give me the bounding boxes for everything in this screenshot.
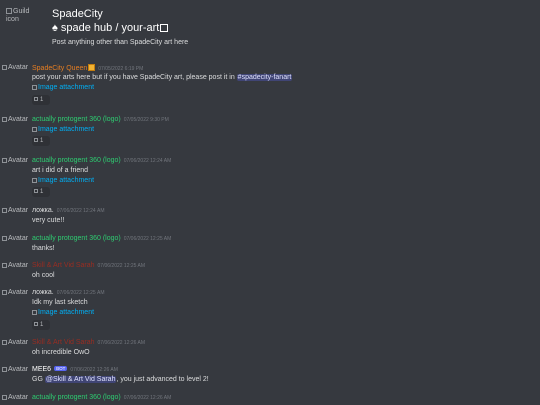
channel-mention[interactable]: #spadecity-fanart	[236, 74, 293, 81]
broken-image-icon	[32, 85, 37, 90]
reaction-count: 1	[40, 189, 44, 195]
avatar[interactable]: Avatar	[2, 157, 28, 164]
message-author[interactable]: actually protogent 360 (logo)	[32, 235, 121, 242]
message-timestamp: 07/06/2022 12:24 AM	[56, 208, 105, 214]
message-timestamp: 07/06/2022 12:24 AM	[123, 158, 172, 164]
image-attachment[interactable]: Image attachment	[32, 309, 94, 316]
message-timestamp: 07/05/2022 9:30 PM	[123, 117, 169, 123]
user-mention[interactable]: @Skill & Art Vid Sarah	[44, 376, 117, 383]
reaction-count: 1	[40, 97, 44, 103]
avatar[interactable]: Avatar	[2, 262, 28, 269]
avatar-alt: Avatar	[8, 235, 29, 242]
message-author[interactable]: actually protogent 360 (logo)	[32, 394, 121, 401]
attachment-alt: Image attachment	[38, 84, 95, 91]
channel-topic: Post anything other than SpadeCity art h…	[52, 39, 189, 46]
avatar-alt: Avatar	[8, 366, 29, 373]
avatar-alt: Avatar	[8, 64, 29, 71]
avatar-alt: Avatar	[8, 157, 29, 164]
reaction[interactable]: 1	[32, 136, 50, 146]
broken-image-icon	[2, 340, 7, 345]
role-icon	[88, 64, 96, 71]
emoji-icon	[34, 138, 38, 142]
channel-name: ♠ spade hub / your-art	[52, 22, 169, 34]
missing-glyph-icon	[160, 24, 169, 32]
attachment-alt: Image attachment	[38, 177, 95, 184]
avatar-alt: Avatar	[8, 289, 29, 296]
message-author[interactable]: ложка.	[32, 289, 54, 296]
reaction[interactable]: 1	[32, 187, 50, 197]
message-timestamp: 07/05/2022 6:19 PM	[98, 66, 144, 72]
message-content: Idk my last sketch	[32, 299, 88, 306]
avatar[interactable]: Avatar	[2, 289, 28, 296]
message-author[interactable]: actually protogent 360 (logo)	[32, 116, 121, 123]
message-text: post your arts here but if you have Spad…	[32, 74, 237, 81]
avatar-alt: Avatar	[8, 207, 29, 214]
avatar[interactable]: Avatar	[2, 116, 28, 123]
message-timestamp: 07/06/2022 12:26 AM	[70, 367, 118, 373]
bot-tag: BOT	[54, 366, 68, 371]
broken-image-icon	[32, 178, 37, 183]
emoji-icon	[34, 322, 38, 326]
broken-image-icon	[2, 208, 7, 213]
message-timestamp: 07/06/2022 12:25 AM	[123, 236, 172, 242]
broken-image-icon	[2, 65, 7, 70]
message-timestamp: 07/06/2022 12:26 AM	[123, 395, 172, 401]
broken-image-icon	[2, 158, 7, 163]
message-text: , you just advanced to level 2!	[116, 376, 209, 383]
avatar-alt: Avatar	[8, 339, 29, 346]
message-timestamp: 07/06/2022 12:26 AM	[97, 340, 146, 346]
message-content: very cute!!	[32, 217, 65, 224]
message-content: post your arts here but if you have Spad…	[32, 74, 293, 81]
avatar[interactable]: Avatar	[2, 366, 28, 373]
message-author[interactable]: ложка.	[32, 207, 54, 214]
emoji-icon	[34, 97, 38, 101]
message-author[interactable]: Skill & Art Vid Sarah	[32, 262, 95, 269]
attachment-alt: Image attachment	[38, 309, 95, 316]
message-author[interactable]: MEE6	[32, 366, 51, 373]
message-timestamp: 07/06/2022 12:25 AM	[56, 290, 105, 296]
channel-header: Guild icon SpadeCity ♠ spade hub / your-…	[0, 0, 540, 56]
avatar-alt: Avatar	[8, 116, 29, 123]
message-content: oh incredible OwO	[32, 349, 90, 356]
message-author[interactable]: Skill & Art Vid Sarah	[32, 339, 95, 346]
broken-image-icon	[2, 263, 7, 268]
image-attachment[interactable]: Image attachment	[32, 126, 94, 133]
avatar[interactable]: Avatar	[2, 394, 28, 401]
avatar[interactable]: Avatar	[2, 339, 28, 346]
broken-image-icon	[2, 236, 7, 241]
image-attachment[interactable]: Image attachment	[32, 84, 94, 91]
avatar[interactable]: Avatar	[2, 235, 28, 242]
message-content: GG @Skill & Art Vid Sarah, you just adva…	[32, 376, 209, 383]
reaction[interactable]: 1	[32, 320, 50, 330]
broken-image-icon	[2, 290, 7, 295]
message-text: GG	[32, 376, 45, 383]
message-timestamp: 07/06/2022 12:25 AM	[97, 263, 146, 269]
attachment-alt: Image attachment	[38, 126, 95, 133]
emoji-icon	[34, 189, 38, 193]
message-author[interactable]: SpadeCity Queen	[32, 65, 87, 72]
broken-image-icon	[6, 8, 12, 14]
message-content: art i did of a friend	[32, 167, 89, 174]
broken-image-icon	[2, 117, 7, 122]
reaction[interactable]: 1	[32, 95, 50, 105]
guild-name: SpadeCity	[52, 8, 103, 20]
image-attachment[interactable]: Image attachment	[32, 177, 94, 184]
reaction-count: 1	[40, 138, 44, 144]
broken-image-icon	[32, 310, 37, 315]
broken-image-icon	[2, 367, 7, 372]
broken-image-icon	[32, 127, 37, 132]
message-content: thanks!	[32, 245, 55, 252]
avatar-alt: Avatar	[8, 262, 29, 269]
avatar[interactable]: Avatar	[2, 207, 28, 214]
message-content: oh cool	[32, 272, 55, 279]
avatar[interactable]: Avatar	[2, 64, 28, 71]
message-author[interactable]: actually protogent 360 (logo)	[32, 157, 121, 164]
channel-name-text: ♠ spade hub / your-art	[52, 22, 160, 34]
broken-image-icon	[2, 395, 7, 400]
reaction-count: 1	[40, 322, 44, 328]
avatar-alt: Avatar	[8, 394, 29, 401]
guild-icon[interactable]: Guild icon	[6, 8, 42, 32]
